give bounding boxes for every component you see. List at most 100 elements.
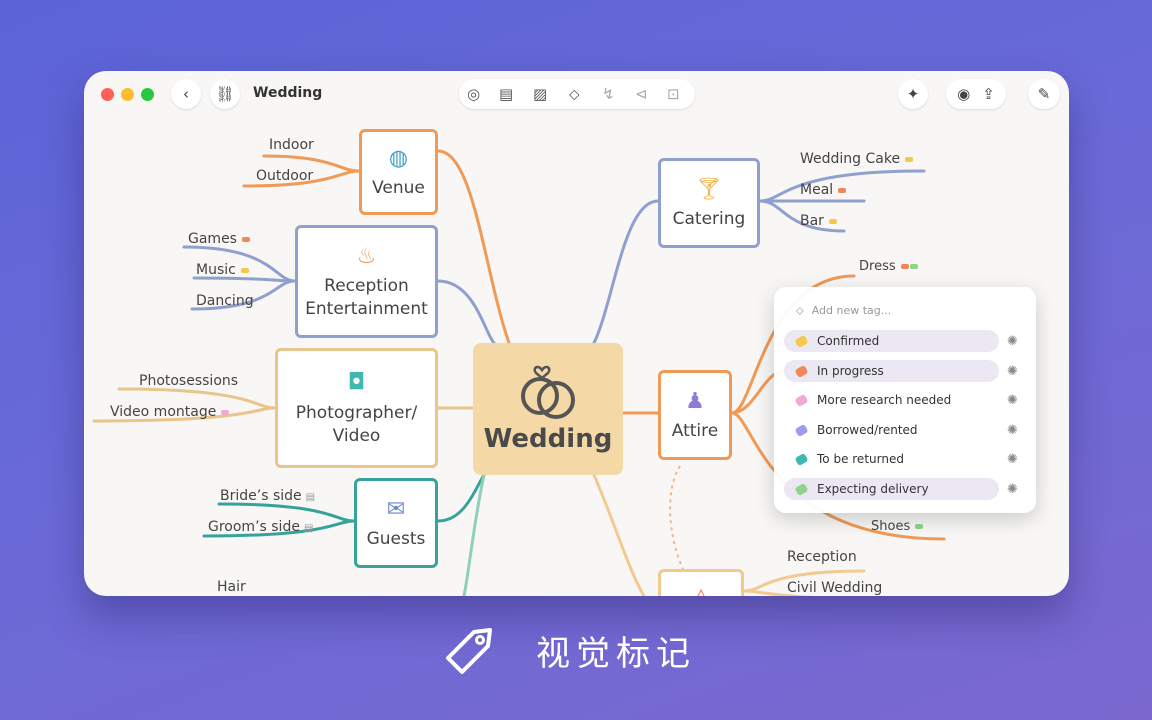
rings-icon xyxy=(521,365,575,419)
leaf-photosessions[interactable]: Photosessions xyxy=(139,373,238,389)
mindmap-button[interactable]: ⛓ xyxy=(210,79,240,109)
tag-option-expecting-delivery[interactable]: Expecting delivery ✺ xyxy=(784,478,1018,500)
close-window-button[interactable] xyxy=(101,88,114,101)
style-button[interactable]: ✎ xyxy=(1028,79,1060,109)
topic-attire[interactable]: ♟ Attire xyxy=(658,370,732,460)
topic-ceremony[interactable]: ▵ xyxy=(658,569,744,596)
tag-color-swatch xyxy=(794,334,809,348)
tag-label: In progress xyxy=(817,364,884,378)
leaf-label: Wedding Cake xyxy=(800,151,901,167)
tag-option-borrowed[interactable]: Borrowed/rented ✺ xyxy=(784,419,1018,441)
topic-label: Reception Entertainment xyxy=(305,276,428,320)
leaf-dancing[interactable]: Dancing xyxy=(196,293,254,309)
tag-settings-icon[interactable]: ✺ xyxy=(1007,482,1018,497)
tag-confirmed xyxy=(905,156,914,162)
note-icon: ▤ xyxy=(305,492,316,503)
app-window: ‹ ⛓ Wedding ◎ ▤ ▨ ⬦ ↯ ⊲ ⊡ ✦ ◉ ⇪ ✎ Weddin… xyxy=(84,71,1069,596)
tag-in-progress xyxy=(900,264,909,269)
leaf-wedding-cake[interactable]: Wedding Cake xyxy=(800,151,914,167)
tag-label: Confirmed xyxy=(817,334,880,348)
tag-option-to-be-returned[interactable]: To be returned ✺ xyxy=(784,448,1018,470)
back-chevron-icon: ‹ xyxy=(183,85,189,103)
document-title: Wedding xyxy=(253,85,323,101)
tag-settings-icon[interactable]: ✺ xyxy=(1007,393,1018,408)
tag-option-in-progress[interactable]: In progress ✺ xyxy=(784,360,1018,382)
share-collab-icon[interactable]: ◉ xyxy=(957,85,970,103)
zoom-window-button[interactable] xyxy=(141,88,154,101)
leaf-meal[interactable]: Meal xyxy=(800,182,847,198)
tag-in-progress xyxy=(241,236,250,242)
fire-icon: ♨ xyxy=(356,243,377,269)
leaf-label: Music xyxy=(196,262,236,278)
topic-label: Photographer/ Video xyxy=(295,402,418,446)
topic-venue[interactable]: ◍ Venue xyxy=(359,129,438,215)
leaf-bar[interactable]: Bar xyxy=(800,213,837,229)
note-icon: ▤ xyxy=(303,523,314,534)
image-icon[interactable]: ▨ xyxy=(533,85,547,103)
caption-text: 视觉标记 xyxy=(536,634,696,674)
tag-settings-icon[interactable]: ✺ xyxy=(1007,364,1018,379)
leaf-reception[interactable]: Reception xyxy=(787,549,857,565)
central-topic[interactable]: Wedding xyxy=(473,343,623,475)
feature-caption: 视觉标记 xyxy=(440,620,740,680)
leaf-label: Shoes xyxy=(871,519,911,534)
tag-settings-icon[interactable]: ✺ xyxy=(1007,334,1018,349)
topic-guests[interactable]: ✉ Guests xyxy=(354,478,438,568)
leaf-games[interactable]: Games xyxy=(188,231,250,247)
task-check-icon[interactable]: ◎ xyxy=(467,85,480,103)
tag-option-more-research[interactable]: More research needed ✺ xyxy=(784,389,1018,411)
leaf-label: Bride’s side xyxy=(220,488,302,504)
relation-icon[interactable]: ↯ xyxy=(602,85,615,103)
topic-photographer-video[interactable]: ◘ Photographer/ Video xyxy=(275,348,438,468)
back-icon[interactable]: ⊲ xyxy=(635,85,648,103)
tag-label: More research needed xyxy=(817,393,952,407)
leaf-brides-side[interactable]: Bride’s side ▤ xyxy=(220,488,315,504)
leaf-label: Games xyxy=(188,231,237,247)
leaf-dress[interactable]: Dress xyxy=(859,259,918,274)
magic-button[interactable]: ✦ xyxy=(898,79,928,109)
leaf-hair[interactable]: Hair xyxy=(217,579,246,595)
share-export-group: ◉ ⇪ xyxy=(946,79,1006,109)
tag-in-progress xyxy=(838,187,847,193)
tag-outline-icon: ⬦ xyxy=(796,304,804,317)
magic-icon: ✦ xyxy=(906,85,920,103)
leaf-music[interactable]: Music xyxy=(196,262,249,278)
export-icon[interactable]: ⇪ xyxy=(982,85,995,103)
flame-icon: ▵ xyxy=(695,580,707,596)
topic-label: Attire xyxy=(671,421,719,442)
leaf-label: Video montage xyxy=(110,404,217,420)
tag-label: To be returned xyxy=(817,452,904,466)
central-topic-label: Wedding xyxy=(483,424,613,454)
envelope-icon: ✉ xyxy=(386,496,406,522)
leaf-label: Bar xyxy=(800,213,824,229)
note-icon[interactable]: ▤ xyxy=(499,85,513,103)
leaf-grooms-side[interactable]: Groom’s side ▤ xyxy=(208,519,313,535)
tag-settings-icon[interactable]: ✺ xyxy=(1007,452,1018,467)
topic-label: Guests xyxy=(366,529,426,550)
mindmap-icon: ⛓ xyxy=(215,85,235,103)
tag-settings-icon[interactable]: ✺ xyxy=(1007,423,1018,438)
focus-icon[interactable]: ⊡ xyxy=(667,85,680,103)
add-tag-field[interactable]: ⬦ Add new tag... xyxy=(796,304,891,318)
tag-picker-popup: ⬦ Add new tag... Confirmed ✺ In progress ✺ … xyxy=(774,287,1036,513)
leaf-label: Meal xyxy=(800,182,834,198)
topic-reception-entertainment[interactable]: ♨ Reception Entertainment xyxy=(295,225,438,338)
tag-icon[interactable]: ⬦ xyxy=(569,85,580,103)
shirt-icon: ♟ xyxy=(685,388,705,414)
leaf-label: Groom’s side xyxy=(208,519,300,535)
leaf-shoes[interactable]: Shoes xyxy=(871,519,924,534)
topic-catering[interactable]: 🍸︎ Catering xyxy=(658,158,760,248)
leaf-civil-wedding[interactable]: Civil Wedding xyxy=(787,580,882,596)
back-button[interactable]: ‹ xyxy=(171,79,201,109)
minimize-window-button[interactable] xyxy=(121,88,134,101)
tag-color-swatch xyxy=(794,423,809,437)
tag-color-swatch xyxy=(794,364,809,378)
tag-color-swatch xyxy=(794,482,809,496)
brush-icon: ✎ xyxy=(1037,85,1051,103)
tag-option-confirmed[interactable]: Confirmed ✺ xyxy=(784,330,1018,352)
topic-label: Venue xyxy=(372,178,425,199)
leaf-video-montage[interactable]: Video montage xyxy=(110,404,230,420)
leaf-indoor[interactable]: Indoor xyxy=(269,137,314,153)
tag-more-research xyxy=(221,409,230,415)
leaf-outdoor[interactable]: Outdoor xyxy=(256,168,313,184)
